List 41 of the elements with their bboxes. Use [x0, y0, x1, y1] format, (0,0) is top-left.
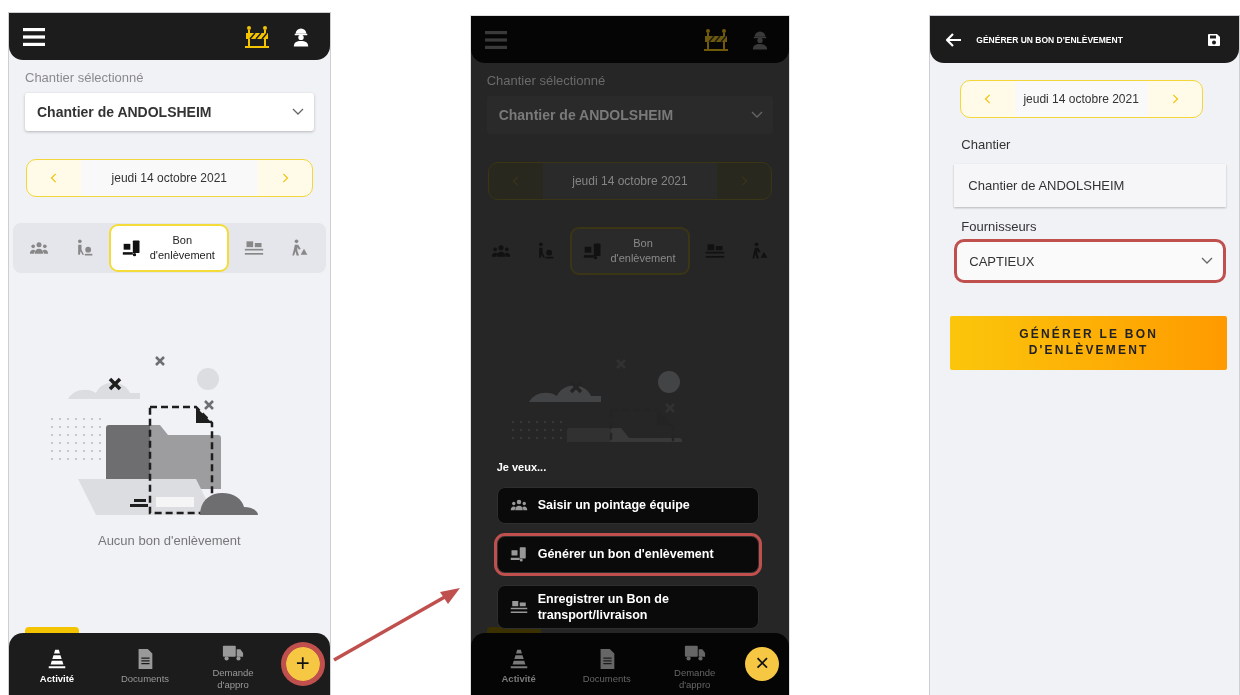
worker-profile-icon[interactable]	[291, 26, 310, 47]
save-icon[interactable]	[1207, 32, 1221, 47]
action-menu-item[interactable]: Saisir un pointage équipe	[496, 486, 760, 524]
field-label: Chantier sélectionné	[25, 70, 145, 85]
chevron-left-icon	[49, 172, 59, 184]
nav-tab[interactable]: Demande d'appro	[650, 637, 739, 691]
action-menu-item[interactable]: Générer un bon d'enlèvement	[496, 535, 760, 573]
category-tab[interactable]: Bon d'enlèvement	[109, 224, 230, 272]
chevron-down-icon	[751, 111, 764, 119]
generate-button[interactable]: GÉNÉRER LE BON D'ENLÈVEMENT	[950, 316, 1227, 370]
chevron-down-icon	[291, 108, 304, 116]
hand-truck-icon	[509, 545, 528, 563]
screen-title: GÉNÉRER UN BON D'ENLÈVEMENT	[976, 34, 1123, 45]
hand-truck-icon	[122, 238, 143, 258]
chevron-left-icon	[982, 93, 993, 105]
nav-tab[interactable]: Activité	[13, 643, 101, 685]
nav-tab[interactable]: Activité	[474, 643, 563, 685]
nav-tab[interactable]: Documents	[101, 643, 189, 685]
menu-icon[interactable]	[23, 27, 45, 46]
back-arrow-icon[interactable]	[946, 32, 963, 47]
floating-action-button[interactable]: ×	[745, 647, 780, 681]
nav-tab[interactable]: Demande d'appro	[189, 637, 277, 691]
menu-prompt: Je veux...	[496, 460, 548, 473]
empty-state-text: Aucun bon d'enlèvement	[97, 532, 241, 548]
date-label: jeudi 14 octobre 2021	[1014, 81, 1148, 117]
barrier-icon[interactable]	[243, 24, 270, 49]
field-label: Fournisseurs	[961, 219, 1038, 234]
supplier-dropdown[interactable]: CAPTIEUX	[957, 242, 1223, 280]
category-tab[interactable]: Bon d'enlèvement	[570, 227, 690, 275]
pallet-icon	[244, 238, 265, 258]
field-label: Chantier sélectionné	[486, 73, 607, 88]
action-menu-item[interactable]: Enregistrer un Bon de transport/livraison	[496, 584, 760, 629]
hand-truck-icon	[583, 241, 603, 261]
digging-worker-icon	[289, 238, 310, 258]
date-label: jeudi 14 octobre 2021	[81, 160, 258, 196]
field-label: Chantier	[961, 137, 1012, 152]
chevron-down-icon	[1201, 257, 1213, 265]
site-field[interactable]: Chantier de ANDOLSHEIM	[954, 164, 1226, 207]
date-label: jeudi 14 octobre 2021	[542, 163, 718, 199]
nav-tab[interactable]: Documents	[562, 643, 651, 685]
site-dropdown[interactable]: Chantier de ANDOLSHEIM	[25, 93, 314, 131]
